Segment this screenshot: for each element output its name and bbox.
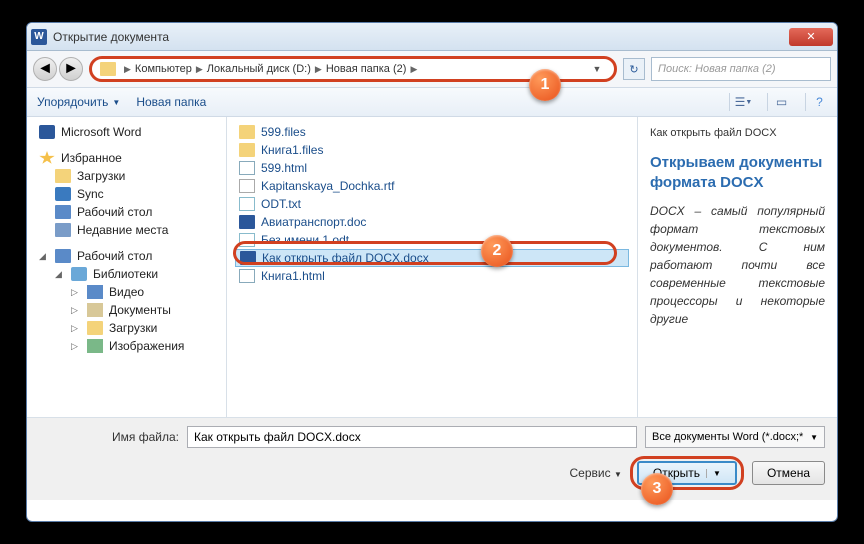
sidebar-item-recent[interactable]: Недавние места xyxy=(27,221,226,239)
forward-button[interactable]: ► xyxy=(59,57,83,81)
file-item[interactable]: ODT.txt xyxy=(235,195,629,213)
open-file-dialog: W Открытие документа ✕ ◄ ► ▶ Компьютер ▶… xyxy=(26,22,838,522)
sidebar-item-downloads2[interactable]: ▷Загрузки xyxy=(27,319,226,337)
folder-icon xyxy=(100,62,116,76)
help-icon[interactable]: ? xyxy=(805,93,827,111)
back-button[interactable]: ◄ xyxy=(33,57,57,81)
view-icon[interactable]: ☰ ▼ xyxy=(729,93,751,111)
sidebar-item-sync[interactable]: Sync xyxy=(27,185,226,203)
tools-menu[interactable]: Сервис ▼ xyxy=(570,466,622,480)
sidebar-item-word[interactable]: Microsoft Word xyxy=(27,123,226,141)
file-item[interactable]: Авиатранспорт.doc xyxy=(235,213,629,231)
navigation-sidebar: Microsoft Word Избранное Загрузки Sync Р… xyxy=(27,117,227,417)
sidebar-item-documents[interactable]: ▷Документы xyxy=(27,301,226,319)
file-item[interactable]: Книга1.files xyxy=(235,141,629,159)
sidebar-item-libraries[interactable]: ◢Библиотеки xyxy=(27,265,226,283)
sidebar-item-downloads[interactable]: Загрузки xyxy=(27,167,226,185)
preview-pane: Как открыть файл DOCX Открываем документ… xyxy=(637,117,837,417)
refresh-button[interactable]: ↻ xyxy=(623,58,645,80)
cancel-button[interactable]: Отмена xyxy=(752,461,825,485)
filename-label: Имя файла: xyxy=(39,430,179,444)
organize-menu[interactable]: Упорядочить ▼ xyxy=(37,95,120,109)
file-item-selected[interactable]: Как открыть файл DOCX.docx xyxy=(235,249,629,267)
bottom-panel: Имя файла: Все документы Word (*.docx;*▼… xyxy=(27,417,837,500)
annotation-badge-3: 3 xyxy=(641,473,673,505)
file-item[interactable]: Книга1.html xyxy=(235,267,629,285)
file-item[interactable]: 599.files xyxy=(235,123,629,141)
sidebar-item-favorites[interactable]: Избранное xyxy=(27,149,226,167)
toolbar: Упорядочить ▼ Новая папка ☰ ▼ ▭ ? xyxy=(27,87,837,117)
annotation-badge-2: 2 xyxy=(481,235,513,267)
file-item[interactable]: Без имени 1.odt xyxy=(235,231,629,249)
search-input[interactable]: Поиск: Новая папка (2) xyxy=(651,57,831,81)
word-icon: W xyxy=(31,29,47,45)
navigation-bar: ◄ ► ▶ Компьютер ▶ Локальный диск (D:) ▶ … xyxy=(27,51,837,87)
close-button[interactable]: ✕ xyxy=(789,28,833,46)
dialog-title: Открытие документа xyxy=(53,30,789,44)
file-type-filter[interactable]: Все документы Word (*.docx;*▼ xyxy=(645,426,825,448)
sidebar-item-images[interactable]: ▷Изображения xyxy=(27,337,226,355)
address-dropdown[interactable]: ▼ xyxy=(588,64,606,74)
file-list: 599.files Книга1.files 599.html Kapitans… xyxy=(227,117,637,417)
breadcrumb[interactable]: Компьютер xyxy=(135,63,192,75)
preview-body: DOCX – самый популярный формат текстовых… xyxy=(650,202,825,328)
sidebar-item-video[interactable]: ▷Видео xyxy=(27,283,226,301)
file-item[interactable]: Kapitanskaya_Dochka.rtf xyxy=(235,177,629,195)
sidebar-item-desktop2[interactable]: ◢Рабочий стол xyxy=(27,247,226,265)
new-folder-button[interactable]: Новая папка xyxy=(136,95,206,109)
annotation-badge-1: 1 xyxy=(529,69,561,101)
preview-heading: Открываем документы формата DOCX xyxy=(650,153,825,192)
filename-input[interactable] xyxy=(187,426,637,448)
titlebar: W Открытие документа ✕ xyxy=(27,23,837,51)
sidebar-item-desktop[interactable]: Рабочий стол xyxy=(27,203,226,221)
file-item[interactable]: 599.html xyxy=(235,159,629,177)
breadcrumb[interactable]: Новая папка (2) xyxy=(326,63,407,75)
preview-toggle-icon[interactable]: ▭ xyxy=(767,93,789,111)
breadcrumb[interactable]: Локальный диск (D:) xyxy=(207,63,311,75)
preview-title: Как открыть файл DOCX xyxy=(650,127,825,139)
